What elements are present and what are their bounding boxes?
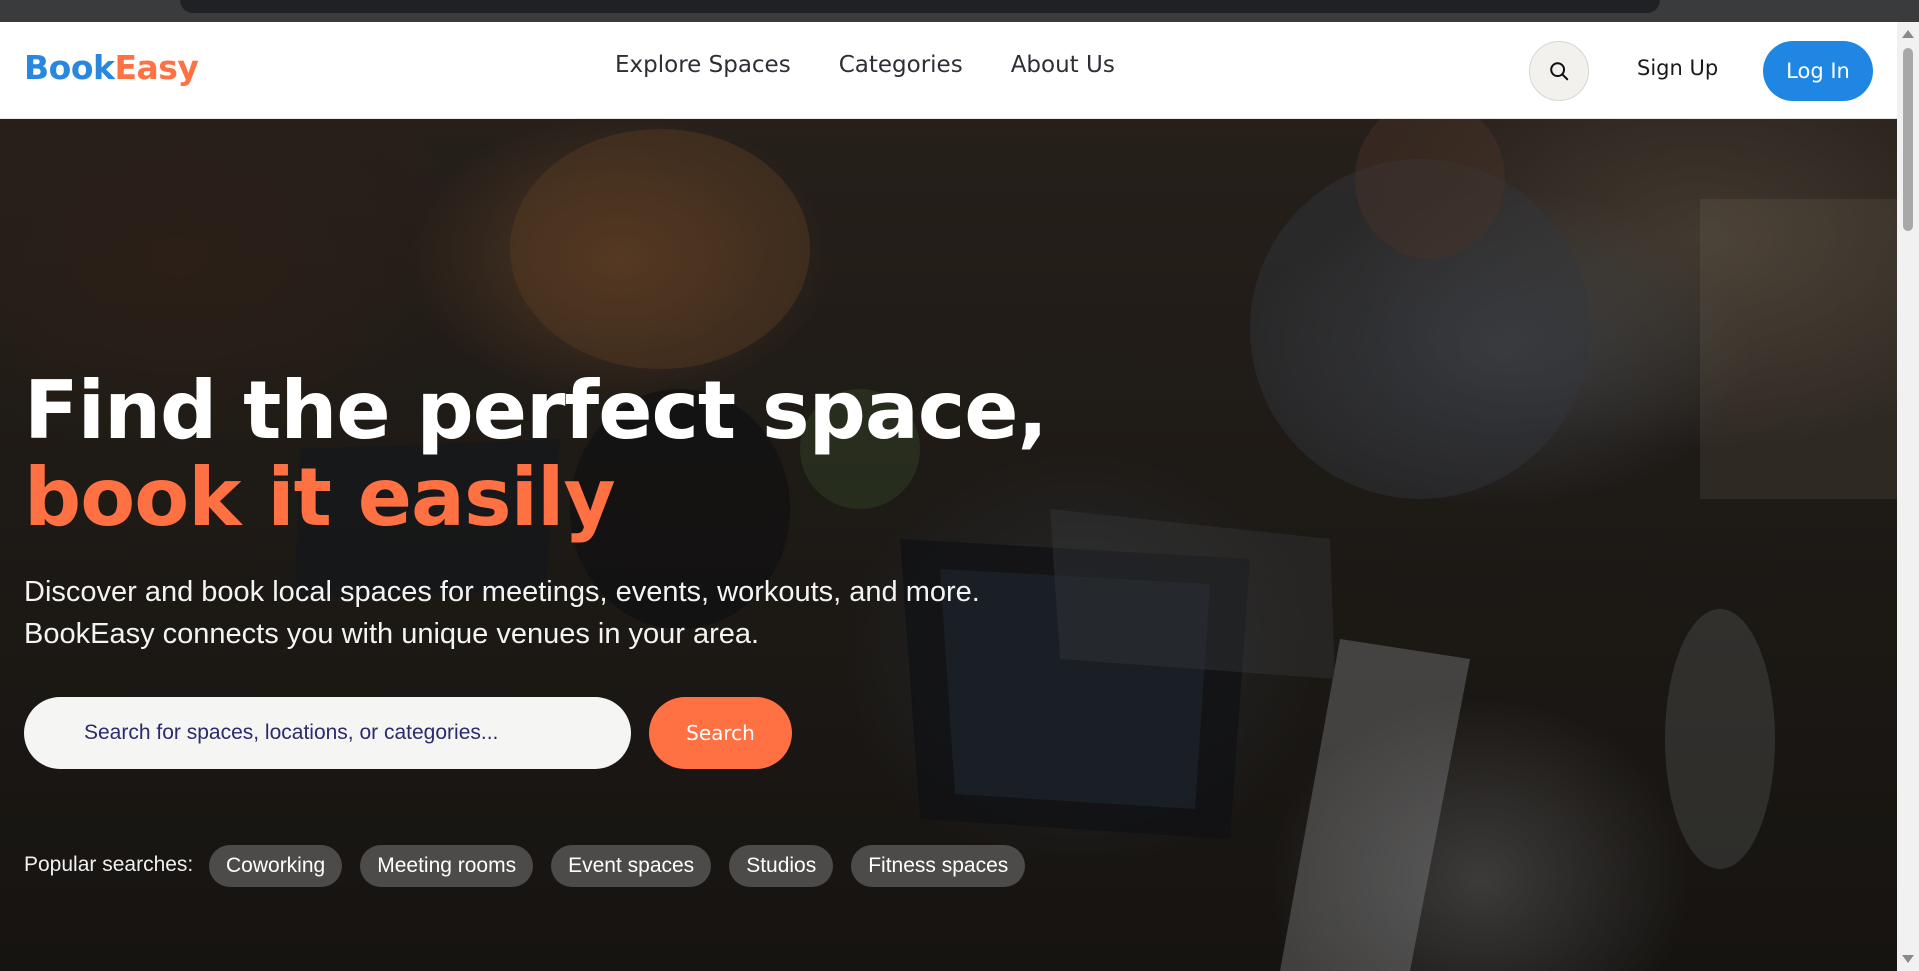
nav-about-us[interactable]: About Us [1011,52,1115,78]
hero-section: Find the perfect space, book it easily D… [0,119,1897,971]
browser-chrome [0,0,1919,22]
scroll-down-arrow-icon[interactable] [1902,955,1914,963]
hero-search-button[interactable]: Search [649,697,792,769]
hero-headline-line1: Find the perfect space, [24,364,1048,457]
tag-meeting-rooms[interactable]: Meeting rooms [360,845,534,887]
brand-logo-part1: Book [24,48,115,87]
nav-explore-spaces[interactable]: Explore Spaces [615,52,791,78]
popular-searches-label: Popular searches: [24,853,194,876]
tag-event-spaces[interactable]: Event spaces [551,845,712,887]
tag-studios[interactable]: Studios [729,845,834,887]
page-scrollbar[interactable] [1897,22,1919,971]
scrollbar-thumb[interactable] [1903,48,1913,231]
popular-search-tags: Coworking Meeting rooms Event spaces Stu… [209,845,1026,887]
site-header: BookEasy Explore Spaces Categories About… [0,22,1897,119]
page-viewport: BookEasy Explore Spaces Categories About… [0,22,1897,971]
hero-headline-line2: book it easily [24,451,616,544]
tag-coworking[interactable]: Coworking [209,845,343,887]
hero-subtext: Discover and book local spaces for meeti… [24,576,980,650]
nav-categories[interactable]: Categories [839,52,963,78]
tag-fitness-spaces[interactable]: Fitness spaces [851,845,1026,887]
hero-dark-overlay [0,119,1897,971]
scroll-up-arrow-icon[interactable] [1902,30,1914,38]
sign-up-link[interactable]: Sign Up [1637,56,1718,80]
hero-search-input[interactable] [24,697,631,769]
header-search-button[interactable] [1529,41,1589,101]
browser-address-bar[interactable] [180,0,1660,13]
search-icon [1550,62,1569,81]
main-nav: Explore Spaces Categories About Us [615,52,1115,78]
log-in-button[interactable]: Log In [1763,41,1873,101]
brand-logo[interactable]: BookEasy [24,48,199,87]
brand-logo-part2: Easy [114,48,199,87]
